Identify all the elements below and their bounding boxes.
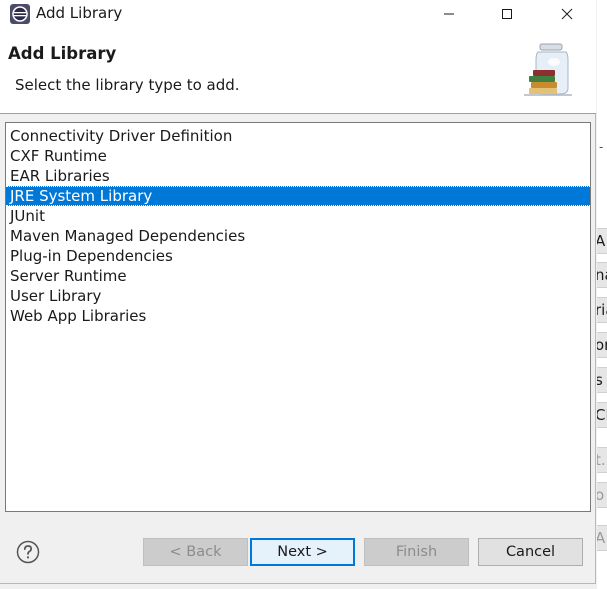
maximize-button[interactable] xyxy=(478,0,536,28)
library-list-item[interactable]: EAR Libraries xyxy=(6,166,590,186)
wizard-banner: Add Library Select the library type to a… xyxy=(0,28,596,114)
background-fragment: ria xyxy=(597,297,607,323)
title-bar[interactable]: Add Library xyxy=(0,0,596,28)
background-dash: - xyxy=(599,140,604,154)
background-fragment: na xyxy=(597,262,607,288)
window-title: Add Library xyxy=(36,4,123,22)
library-list-item[interactable]: Web App Libraries xyxy=(6,306,590,326)
cancel-button[interactable]: Cancel xyxy=(478,538,583,566)
help-icon[interactable] xyxy=(16,540,40,564)
banner-description: Select the library type to add. xyxy=(15,76,240,94)
maximize-icon xyxy=(501,5,513,24)
minimize-icon xyxy=(443,5,455,24)
library-list-item[interactable]: Connectivity Driver Definition xyxy=(6,126,590,146)
add-library-dialog: Add Library Add Library Select the libra… xyxy=(0,0,596,584)
background-window: - A na ria or s F Cl t. o A xyxy=(597,0,607,589)
background-fragment: s F xyxy=(597,367,607,393)
banner-title: Add Library xyxy=(8,44,117,63)
background-fragment: or xyxy=(597,332,607,358)
library-list-item[interactable]: JRE System Library xyxy=(6,186,590,206)
library-jar-icon xyxy=(524,42,574,98)
background-fragment: t. xyxy=(597,447,607,473)
minimize-button[interactable] xyxy=(420,0,478,28)
close-button[interactable] xyxy=(538,0,596,28)
library-list-item[interactable]: JUnit xyxy=(6,206,590,226)
library-list-item[interactable]: User Library xyxy=(6,286,590,306)
background-fragment: A xyxy=(597,525,607,551)
next-button[interactable]: Next > xyxy=(250,538,355,566)
close-icon xyxy=(561,5,573,24)
library-list-item[interactable]: Maven Managed Dependencies xyxy=(6,226,590,246)
library-type-list[interactable]: Connectivity Driver Definition CXF Runtim… xyxy=(5,122,591,512)
library-list-item[interactable]: CXF Runtime xyxy=(6,146,590,166)
library-list-item[interactable]: Server Runtime xyxy=(6,266,590,286)
finish-button[interactable]: Finish xyxy=(364,538,469,566)
background-fragment: Cl xyxy=(597,402,607,428)
background-fragment: o xyxy=(597,482,607,508)
back-button[interactable]: < Back xyxy=(143,538,248,566)
library-list-item[interactable]: Plug-in Dependencies xyxy=(6,246,590,266)
eclipse-icon xyxy=(9,3,31,25)
background-fragment: A xyxy=(597,228,607,254)
